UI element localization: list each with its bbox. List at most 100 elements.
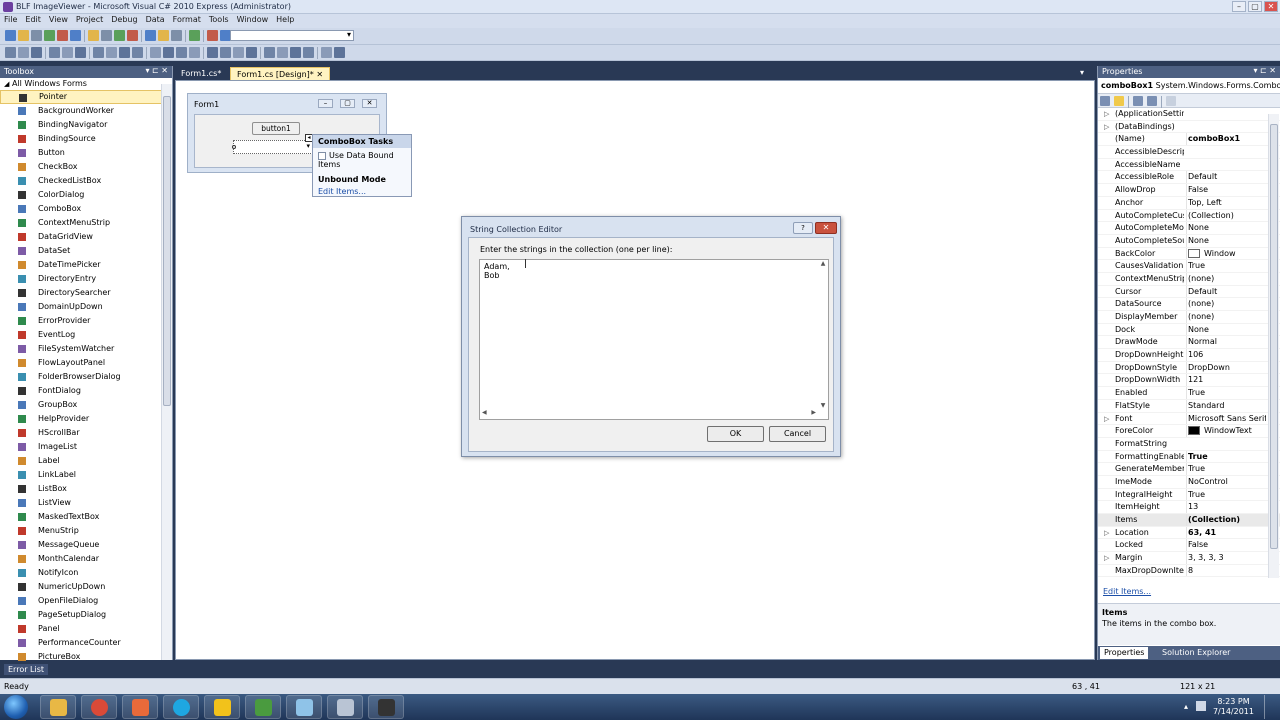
collection-textarea[interactable]: Adam, Bob bbox=[479, 259, 829, 420]
toolbar-button-icon[interactable] bbox=[88, 30, 99, 41]
expand-icon[interactable]: ▷ bbox=[1104, 527, 1109, 539]
toolbox-item-openfiledialog[interactable]: OpenFileDialog bbox=[0, 594, 172, 608]
property-value[interactable]: DropDown bbox=[1186, 361, 1266, 374]
toolbox-item-menustrip[interactable]: MenuStrip bbox=[0, 524, 172, 538]
property-pages-icon[interactable] bbox=[1166, 96, 1176, 106]
property-row-itemheight[interactable]: ItemHeight 13 bbox=[1098, 501, 1280, 514]
property-value[interactable]: 3, 3, 3, 3 bbox=[1186, 552, 1266, 564]
menu-item-file[interactable]: File bbox=[0, 14, 21, 25]
property-value[interactable]: Window bbox=[1186, 247, 1266, 260]
explorer-taskbar-button[interactable] bbox=[40, 695, 76, 719]
app-taskbar-button[interactable] bbox=[286, 695, 322, 719]
edit-items-command-link[interactable]: Edit Items... bbox=[1103, 587, 1151, 596]
property-row-drawmode[interactable]: DrawMode Normal bbox=[1098, 336, 1280, 350]
property-row-flatstyle[interactable]: FlatStyle Standard bbox=[1098, 399, 1280, 413]
minimize-button[interactable]: – bbox=[1232, 1, 1246, 12]
edit-items-link[interactable]: Edit Items... bbox=[318, 187, 366, 196]
property-row-displaymember[interactable]: DisplayMember (none) bbox=[1098, 311, 1280, 324]
property-value[interactable]: None bbox=[1186, 222, 1266, 234]
toolbox-item-pointer[interactable]: Pointer bbox=[0, 90, 172, 104]
property-row-name[interactable]: (Name) comboBox1 bbox=[1098, 133, 1280, 147]
property-value[interactable]: None bbox=[1186, 323, 1266, 336]
toolbar-button-icon[interactable] bbox=[334, 47, 345, 58]
property-value[interactable]: Standard bbox=[1186, 399, 1266, 412]
menu-item-format[interactable]: Format bbox=[169, 14, 205, 25]
toolbox-item-domainupdown[interactable]: DomainUpDown bbox=[0, 300, 172, 314]
property-row-autocompletemod[interactable]: AutoCompleteMod None bbox=[1098, 222, 1280, 235]
horizontal-scrollbar[interactable]: ◀ ▶ bbox=[480, 409, 818, 419]
toolbar-button-icon[interactable] bbox=[207, 30, 218, 41]
property-value[interactable]: True bbox=[1186, 450, 1266, 463]
property-row-formatstring[interactable]: FormatString bbox=[1098, 438, 1280, 451]
toolbox-scrollbar[interactable] bbox=[161, 84, 172, 660]
skype-taskbar-button[interactable] bbox=[163, 695, 199, 719]
property-row-location[interactable]: ▷ Location 63, 41 bbox=[1098, 526, 1280, 540]
maximize-button[interactable]: ▢ bbox=[1248, 1, 1262, 12]
property-value[interactable]: comboBox1 bbox=[1186, 133, 1266, 146]
toolbox-item-combobox[interactable]: ComboBox bbox=[0, 202, 172, 216]
chrome-taskbar-button[interactable] bbox=[81, 695, 117, 719]
toolbar-button-icon[interactable] bbox=[5, 30, 16, 41]
use-data-bound-items-option[interactable]: Use Data Bound Items bbox=[313, 148, 411, 172]
show-desktop-button[interactable] bbox=[1264, 695, 1278, 719]
property-value[interactable]: None bbox=[1186, 234, 1266, 247]
tab-dropdown-icon[interactable]: ▾ bbox=[1080, 68, 1084, 77]
property-row-font[interactable]: ▷ Font Microsoft Sans Serif, 8 bbox=[1098, 412, 1280, 426]
toolbox-item-pagesetupdialog[interactable]: PageSetupDialog bbox=[0, 608, 172, 622]
error-list-tab[interactable]: Error List bbox=[4, 664, 49, 675]
property-value[interactable]: False bbox=[1186, 539, 1266, 552]
toolbox-item-hscrollbar[interactable]: HScrollBar bbox=[0, 426, 172, 440]
checkbox[interactable] bbox=[318, 151, 326, 160]
toolbar-button-icon[interactable] bbox=[114, 30, 125, 41]
categorized-icon[interactable] bbox=[1100, 96, 1110, 106]
dialog-close-button[interactable]: ✕ bbox=[815, 222, 837, 234]
property-value[interactable]: 106 bbox=[1186, 349, 1266, 361]
property-value[interactable]: (none) bbox=[1186, 311, 1266, 323]
events-icon[interactable] bbox=[1147, 96, 1157, 106]
vertical-scrollbar[interactable]: ▲ ▼ bbox=[818, 260, 828, 409]
button1-control[interactable]: button1 bbox=[252, 122, 300, 135]
property-row-databindings[interactable]: ▷ (DataBindings) bbox=[1098, 121, 1280, 134]
start-button[interactable] bbox=[4, 695, 28, 719]
toolbox-item-button[interactable]: Button bbox=[0, 146, 172, 160]
menu-item-window[interactable]: Window bbox=[233, 14, 273, 25]
toolbar-button-icon[interactable] bbox=[150, 47, 161, 58]
property-value[interactable]: True bbox=[1186, 488, 1266, 501]
calculator-taskbar-button[interactable] bbox=[327, 695, 363, 719]
object-selector[interactable]: comboBox1 System.Windows.Forms.ComboBox bbox=[1098, 78, 1280, 94]
toolbox-item-colordialog[interactable]: ColorDialog bbox=[0, 188, 172, 202]
toolbox-item-bindingsource[interactable]: BindingSource bbox=[0, 132, 172, 146]
toolbar-button-icon[interactable] bbox=[303, 47, 314, 58]
toolbar-button-icon[interactable] bbox=[321, 47, 332, 58]
tray-arrow-icon[interactable]: ▴ bbox=[1184, 702, 1188, 711]
combobox1-control[interactable]: ▾ bbox=[232, 140, 313, 154]
toolbar-button-icon[interactable] bbox=[163, 47, 174, 58]
toolbox-item-fontdialog[interactable]: FontDialog bbox=[0, 384, 172, 398]
toolbox-item-groupbox[interactable]: GroupBox bbox=[0, 398, 172, 412]
property-row-allowdrop[interactable]: AllowDrop False bbox=[1098, 184, 1280, 197]
aim-taskbar-button[interactable] bbox=[204, 695, 240, 719]
property-row-margin[interactable]: ▷ Margin 3, 3, 3, 3 bbox=[1098, 552, 1280, 565]
property-row-locked[interactable]: Locked False bbox=[1098, 539, 1280, 553]
property-row-anchor[interactable]: Anchor Top, Left bbox=[1098, 196, 1280, 210]
property-row-backcolor[interactable]: BackColor Window bbox=[1098, 247, 1280, 261]
menu-item-data[interactable]: Data bbox=[142, 14, 169, 25]
alphabetical-icon[interactable] bbox=[1114, 96, 1124, 106]
property-value[interactable]: 13 bbox=[1186, 501, 1266, 514]
toolbox-item-flowlayoutpanel[interactable]: FlowLayoutPanel bbox=[0, 356, 172, 370]
expand-icon[interactable]: ▷ bbox=[1104, 552, 1109, 564]
menu-item-help[interactable]: Help bbox=[272, 14, 298, 25]
toolbar-button-icon[interactable] bbox=[119, 47, 130, 58]
close-button[interactable]: ✕ bbox=[1264, 1, 1278, 12]
toolbar-button-icon[interactable] bbox=[132, 47, 143, 58]
tab-form1-design[interactable]: Form1.cs [Design]* ✕ bbox=[230, 67, 331, 80]
property-row-items[interactable]: Items (Collection) bbox=[1098, 514, 1280, 527]
toolbar-button-icon[interactable] bbox=[18, 47, 29, 58]
help-button[interactable]: ? bbox=[793, 222, 813, 234]
property-value[interactable]: Top, Left bbox=[1186, 196, 1266, 209]
toolbox-pin-controls[interactable]: ▾ ⊏ ✕ bbox=[145, 66, 168, 75]
menu-item-project[interactable]: Project bbox=[72, 14, 107, 25]
property-value[interactable]: Microsoft Sans Serif, 8 bbox=[1186, 412, 1266, 425]
toolbar-button-icon[interactable] bbox=[158, 30, 169, 41]
property-value[interactable]: (none) bbox=[1186, 272, 1266, 285]
